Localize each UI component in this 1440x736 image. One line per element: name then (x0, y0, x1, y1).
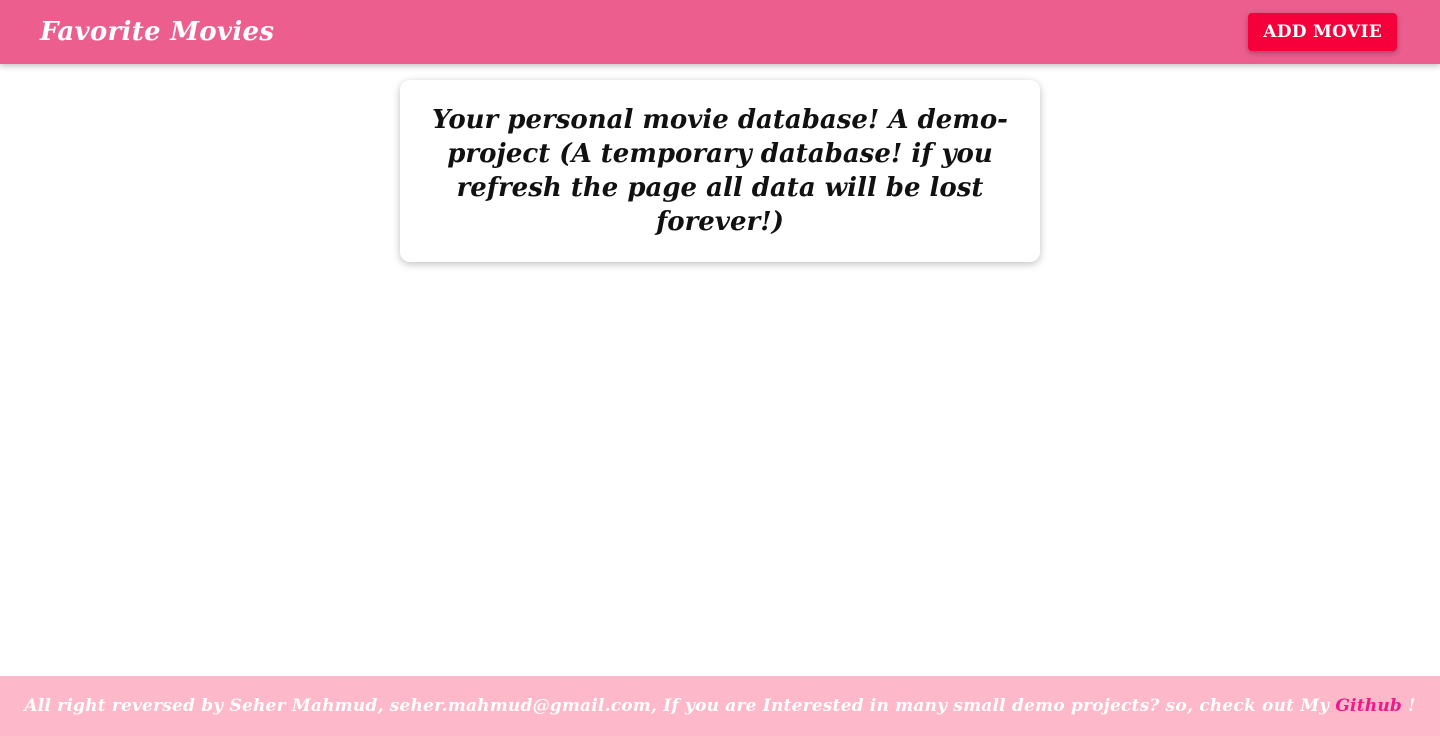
footer-suffix: ! (1407, 696, 1416, 716)
intro-card: Your personal movie database! A demo-pro… (400, 80, 1040, 262)
github-link[interactable]: Github (1335, 696, 1402, 716)
intro-text: Your personal movie database! A demo-pro… (432, 105, 1008, 237)
main-content: Your personal movie database! A demo-pro… (0, 64, 1440, 676)
app-title: Favorite Movies (40, 17, 275, 47)
page-footer: All right reversed by Seher Mahmud, sehe… (0, 676, 1440, 736)
add-movie-button[interactable]: ADD MOVIE (1248, 13, 1397, 51)
app-root: Favorite Movies ADD MOVIE Your personal … (0, 0, 1440, 736)
top-app-bar: Favorite Movies ADD MOVIE (0, 0, 1440, 64)
footer-text: All right reversed by Seher Mahmud, sehe… (24, 696, 1330, 716)
